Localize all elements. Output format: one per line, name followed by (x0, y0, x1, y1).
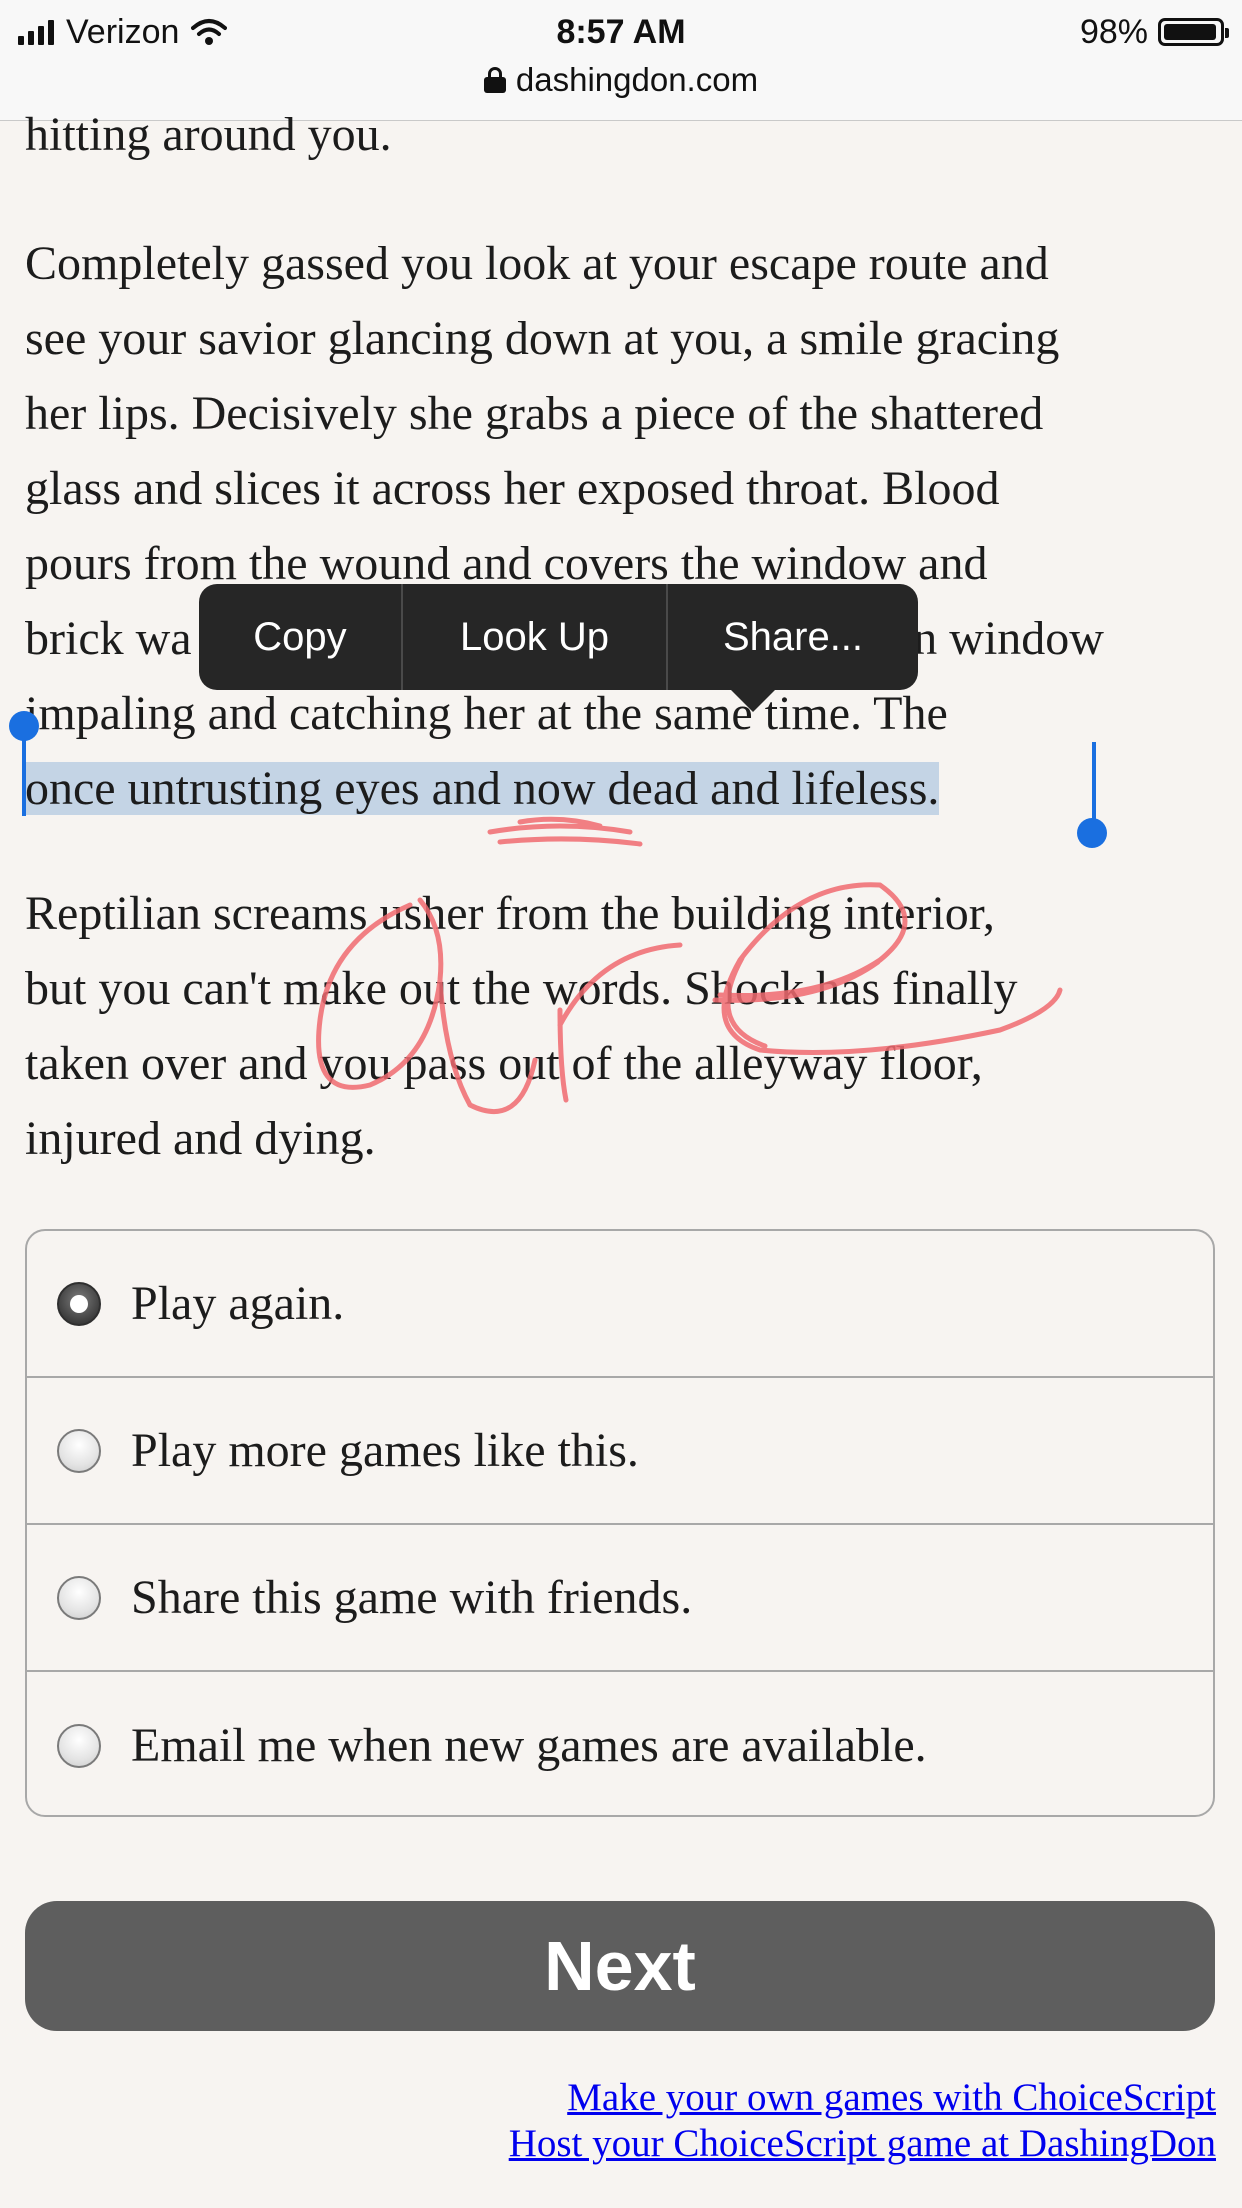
selection-start-caret (22, 730, 26, 816)
battery-percent: 98% (1079, 12, 1148, 51)
story-text-line: injured and dying. (25, 1112, 376, 1165)
look-up-menu-item[interactable]: Look Up (403, 584, 666, 690)
story-text-line[interactable]: once untrusting eyes and now dead and li… (25, 751, 1225, 826)
radio-button[interactable] (57, 1723, 101, 1768)
radio-button-checked[interactable] (57, 1281, 101, 1326)
radio-button[interactable] (57, 1575, 101, 1620)
choice-option[interactable]: Email me when new games are available. (27, 1672, 1213, 1815)
url-text[interactable]: dashingdon.com (516, 61, 758, 99)
host-game-link[interactable]: Host your ChoiceScript game at DashingDo… (509, 2121, 1216, 2167)
selected-text[interactable]: once untrusting eyes and now dead and li… (25, 762, 940, 815)
choice-list: Play again. Play more games like this. S… (25, 1229, 1215, 1817)
share-menu-item[interactable]: Share... (668, 584, 918, 690)
status-right: 98% (1079, 8, 1229, 56)
story-text-line: see your savior glancing down at you, a … (25, 312, 1060, 365)
address-bar[interactable]: dashingdon.com (0, 58, 1242, 102)
lock-icon (483, 67, 506, 93)
radio-button[interactable] (57, 1428, 101, 1473)
choice-label[interactable]: Email me when new games are available. (131, 1718, 927, 1773)
story-text-line: glass and slices it across her exposed t… (25, 462, 1000, 515)
story-text-fragment: en window (892, 612, 1104, 665)
choice-option[interactable]: Play again. (27, 1231, 1213, 1378)
story-line-top: hitting around you. (25, 97, 1225, 172)
menu-pointer (729, 688, 777, 712)
story-text-line: Completely gassed you look at your escap… (25, 237, 1049, 290)
battery-icon (1158, 18, 1229, 46)
story-paragraph-2: Reptilian screams usher from the buildin… (25, 876, 1225, 1176)
story-text-line: her lips. Decisively she grabs a piece o… (25, 387, 1044, 440)
selection-end-caret (1092, 742, 1096, 828)
story-text-line: taken over and you pass out of the alley… (25, 1037, 983, 1090)
selection-end-handle[interactable] (1077, 818, 1107, 848)
footer-links: Make your own games with ChoiceScript Ho… (509, 2075, 1216, 2167)
choice-label[interactable]: Play more games like this. (131, 1423, 639, 1478)
story-text-line: but you can't make out the words. Shock … (25, 962, 1018, 1015)
text-context-menu: Copy Look Up Share... (199, 584, 918, 712)
choice-label[interactable]: Share this game with friends. (131, 1570, 692, 1625)
choice-label[interactable]: Play again. (131, 1276, 344, 1331)
story-text-line: Reptilian screams usher from the buildin… (25, 887, 995, 940)
story-paragraph-1: Completely gassed you look at your escap… (25, 226, 1225, 826)
clock: 8:57 AM (556, 13, 686, 51)
story-text-line: hitting around you. (25, 108, 392, 161)
choice-option[interactable]: Share this game with friends. (27, 1525, 1213, 1672)
next-button[interactable]: Next (25, 1901, 1215, 2031)
copy-menu-item[interactable]: Copy (199, 584, 401, 690)
make-games-link[interactable]: Make your own games with ChoiceScript (509, 2075, 1216, 2121)
choice-option[interactable]: Play more games like this. (27, 1378, 1213, 1525)
story-text-fragment: brick wa (25, 612, 192, 665)
